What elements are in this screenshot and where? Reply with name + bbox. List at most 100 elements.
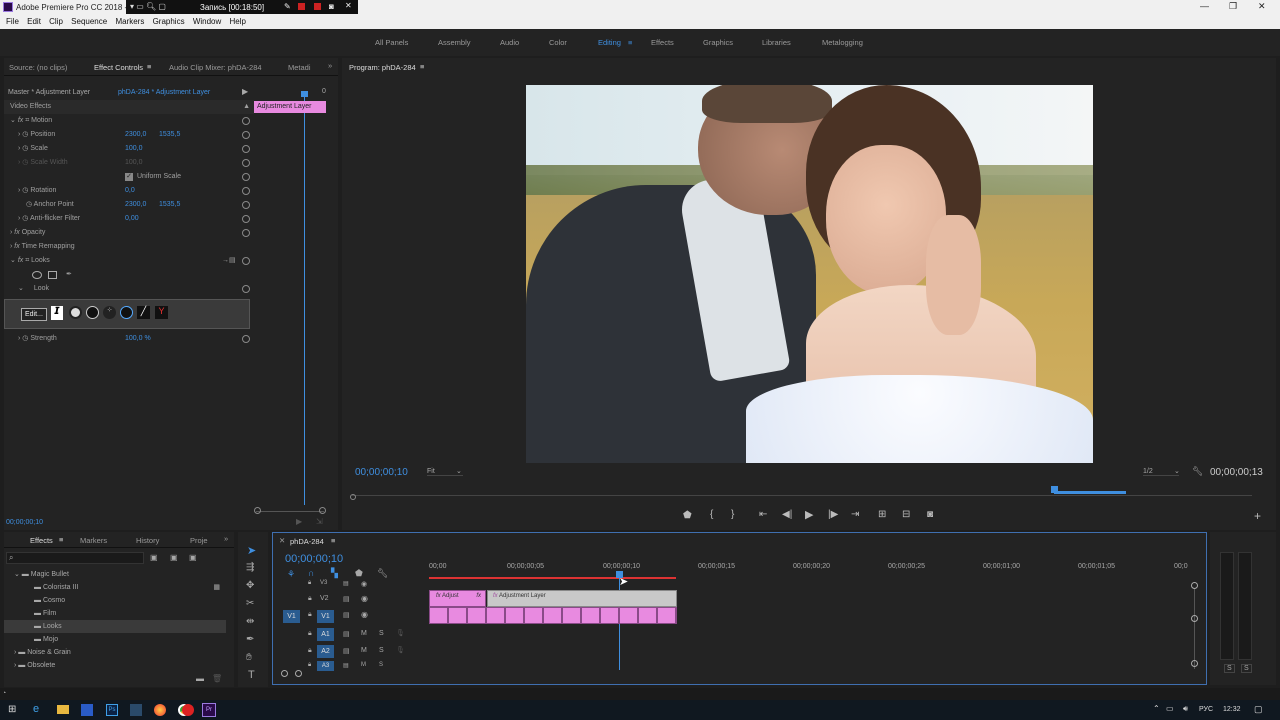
pen-icon[interactable]: ✎ [284, 2, 291, 11]
linked-selection-icon[interactable]: ∩ [308, 568, 314, 578]
reset-icon[interactable] [242, 285, 250, 293]
camera-icon[interactable]: ◙ [329, 2, 334, 11]
mark-in-icon[interactable]: { [710, 509, 713, 520]
scroll-handle-mid-icon[interactable] [1191, 615, 1198, 622]
mute-button[interactable]: M [361, 630, 367, 637]
list-item[interactable]: › ▬ Noise & Grain [4, 646, 226, 659]
pause-record-icon[interactable] [314, 3, 321, 10]
opacity-row[interactable]: › fx Opacity [4, 226, 254, 240]
list-item[interactable]: ▬ Colorista III ▦ [4, 581, 226, 594]
razor-icon[interactable]: ✂ [246, 598, 254, 609]
dots-look-icon[interactable]: ⁘ [103, 306, 116, 319]
clip-adjust-short[interactable]: fx Adjust fx [429, 590, 486, 607]
clip-adjustment-layer[interactable]: fx Adjustment Layer [487, 590, 677, 607]
menu-graphics[interactable]: Graphics [153, 14, 185, 29]
reset-icon[interactable] [242, 229, 250, 237]
fit-chevron-icon[interactable]: ⌄ [456, 467, 462, 475]
expand-icon[interactable]: ▶ [242, 87, 248, 96]
menu-help[interactable]: Help [230, 14, 246, 29]
reset-icon[interactable] [242, 335, 250, 343]
mark-out-icon[interactable]: } [731, 509, 734, 520]
menu-file[interactable]: File [6, 14, 19, 29]
source-patch-v1[interactable]: V1 [283, 610, 300, 623]
clock[interactable]: 12:32 [1223, 706, 1241, 713]
tab-effects[interactable]: Effects [30, 536, 53, 545]
reset-icon[interactable] [242, 159, 250, 167]
workspace-assembly[interactable]: Assembly [438, 38, 471, 47]
menu-markers[interactable]: Markers [115, 14, 144, 29]
pen-tool-icon[interactable]: ✒ [246, 634, 254, 645]
solo-button[interactable]: S [379, 630, 384, 637]
reset-icon[interactable] [242, 117, 250, 125]
accelerated-icon[interactable]: ▣ [150, 553, 158, 562]
32bit-icon[interactable]: ▣ [170, 553, 178, 562]
lock-icon[interactable]: 🔒︎ [308, 595, 312, 603]
workspace-audio[interactable]: Audio [500, 38, 519, 47]
ring-look-icon[interactable] [86, 306, 99, 319]
network-icon[interactable]: ▭ [1166, 704, 1174, 713]
list-item[interactable]: ▬ Film [4, 607, 226, 620]
mic-icon[interactable]: 🎙︎ [396, 629, 405, 637]
glass-look-icon[interactable]: Y [155, 306, 168, 319]
play-icon[interactable]: ▶ [805, 508, 813, 521]
list-item[interactable]: ▬ Cosmo [4, 594, 226, 607]
list-item[interactable]: ▬ Mojo [4, 633, 226, 646]
menu-sequence[interactable]: Sequence [71, 14, 107, 29]
workspace-menu-icon[interactable]: ≡ [628, 38, 632, 47]
close-record-icon[interactable]: ✕ [345, 1, 352, 10]
premiere-taskbar-icon[interactable]: Pr [202, 703, 216, 717]
tab-source[interactable]: Source: (no clips) [9, 63, 67, 72]
effects-menu-icon[interactable]: ≡ [59, 535, 63, 544]
ec-zoom-start-icon[interactable] [254, 507, 261, 514]
track-target-a3[interactable]: A3 [317, 661, 334, 671]
reset-icon[interactable] [242, 201, 250, 209]
more-tabs-icon[interactable]: » [328, 61, 332, 70]
add-marker-icon[interactable]: ⬟ [683, 510, 692, 521]
reset-icon[interactable] [242, 187, 250, 195]
lock-icon[interactable]: 🔒︎ [308, 580, 311, 587]
track-target-a1[interactable]: A1 [317, 628, 334, 641]
menu-clip[interactable]: Clip [49, 14, 63, 29]
resolution-chevron-icon[interactable]: ⌄ [1174, 467, 1180, 475]
anchor-y[interactable]: 1535,5 [159, 198, 180, 212]
hand-icon[interactable]: ✋︎ [246, 652, 252, 663]
workspace-all-panels[interactable]: All Panels [375, 38, 408, 47]
recording-controls-icon[interactable]: ▾ ▭ 🔍︎ ▢ [130, 2, 166, 11]
lock-icon[interactable]: 🔒︎ [308, 630, 312, 638]
add-button-icon[interactable]: + [1254, 509, 1261, 523]
looks-row[interactable]: ⌄ fx ⌗ Looks →▤ [4, 254, 254, 268]
timeline-timecode[interactable]: 00;00;00;10 [285, 553, 343, 565]
pen-mask-icon[interactable]: ✒ [66, 268, 72, 282]
track-target-a2[interactable]: A2 [317, 645, 334, 658]
mute-button[interactable]: M [361, 647, 367, 654]
app-blue-icon[interactable] [81, 704, 93, 716]
italic-look-icon[interactable]: 𝙄 [51, 306, 63, 320]
solo-button[interactable]: S [379, 647, 384, 654]
sync-icon[interactable]: ▤ [343, 580, 349, 587]
circle-look-icon[interactable] [69, 306, 82, 319]
ellipse-mask-icon[interactable] [32, 271, 42, 279]
extract-icon[interactable]: ⊟ [902, 509, 910, 520]
step-forward-icon[interactable]: |▶ [828, 509, 838, 520]
tab-project[interactable]: Proje [190, 536, 208, 545]
motion-row[interactable]: ⌄ fx ⌗ Motion [4, 114, 254, 128]
looks-settings-icon[interactable]: →▤ [222, 254, 236, 268]
sync-icon[interactable]: ▤ [343, 662, 349, 669]
collapse-icon[interactable]: ▲ [243, 100, 250, 114]
tab-markers[interactable]: Markers [80, 536, 107, 545]
sequence-menu-icon[interactable]: ≡ [331, 536, 335, 545]
program-timecode[interactable]: 00;00;00;10 [355, 467, 408, 478]
tab-audio-mixer[interactable]: Audio Clip Mixer: phDA-284 [169, 63, 262, 72]
solo-left-button[interactable]: S [1224, 664, 1235, 673]
ec-timecode[interactable]: 00;00;00;10 [6, 519, 43, 526]
uniform-scale-checkbox[interactable]: ✓ [125, 173, 133, 181]
reset-icon[interactable] [242, 257, 250, 265]
reset-icon[interactable] [242, 131, 250, 139]
timeline-settings-icon[interactable]: 🔧︎ [377, 568, 388, 579]
step-back-icon[interactable]: ◀| [782, 509, 792, 520]
trash-icon[interactable]: 🗑︎ [212, 674, 222, 683]
mic-icon[interactable]: 🎙︎ [396, 646, 405, 654]
clip-v1[interactable] [429, 607, 677, 624]
mute-button[interactable]: M [361, 662, 366, 668]
vertical-scrollbar[interactable] [1194, 589, 1195, 669]
